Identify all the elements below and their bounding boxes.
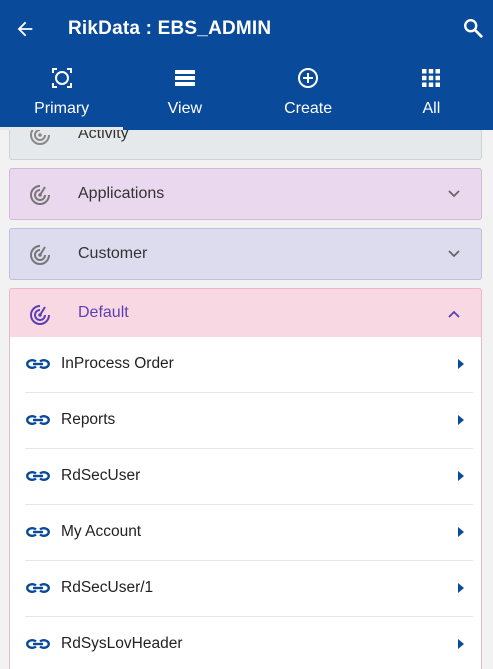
tab-label: View <box>167 100 203 117</box>
list-item[interactable]: RdSecUser/1 <box>25 561 473 617</box>
tab-label: All <box>422 100 441 117</box>
tab-primary[interactable]: Primary <box>0 58 124 130</box>
radar-icon <box>30 185 50 205</box>
caret-right-icon <box>458 639 464 649</box>
list-item[interactable]: RdSysLovHeader <box>25 617 473 669</box>
tab-create[interactable]: Create <box>247 58 370 130</box>
caret-right-icon <box>458 527 464 537</box>
list-view-icon <box>174 70 195 86</box>
target-frame-icon <box>51 68 72 88</box>
list-item[interactable]: InProcess Order <box>25 337 473 393</box>
caret-right-icon <box>458 359 464 369</box>
chevron-down-icon <box>448 190 460 198</box>
chevron-down-icon <box>448 250 460 258</box>
link-icon <box>26 471 50 481</box>
search-button[interactable] <box>461 16 485 40</box>
tab-label: Primary <box>34 100 90 117</box>
list-item[interactable]: RdSecUser <box>25 449 473 505</box>
section-customer[interactable]: Customer <box>9 228 482 280</box>
radar-icon <box>30 305 50 325</box>
tab-bar: Primary View Create All <box>0 58 493 130</box>
list-item[interactable]: My Account <box>25 505 473 561</box>
list-item[interactable]: Reports <box>25 393 473 449</box>
section-applications[interactable]: Applications <box>9 168 482 220</box>
list-item-label: RdSysLovHeader <box>61 635 183 652</box>
section-label: Activity <box>78 130 129 142</box>
link-icon <box>26 583 50 593</box>
section-label: Default <box>78 304 129 321</box>
section-label: Applications <box>78 185 165 202</box>
caret-right-icon <box>458 583 464 593</box>
caret-right-icon <box>458 415 464 425</box>
list-item-label: Reports <box>61 411 116 428</box>
search-icon <box>464 19 483 38</box>
list-item-label: InProcess Order <box>61 355 174 372</box>
radar-icon <box>30 130 50 145</box>
grid-icon <box>422 69 441 87</box>
default-items-panel: InProcess Order Reports RdSecUser My Acc… <box>9 337 482 669</box>
tab-label: Create <box>284 100 333 117</box>
link-icon <box>26 527 50 537</box>
tab-all[interactable]: All <box>370 58 493 130</box>
link-icon <box>26 639 50 649</box>
link-icon <box>26 359 50 369</box>
list-item-label: RdSecUser <box>61 467 141 484</box>
plus-circle-icon <box>298 68 319 88</box>
link-icon <box>26 415 50 425</box>
app-title: RikData : EBS_ADMIN <box>68 18 272 39</box>
back-button[interactable] <box>12 16 38 42</box>
caret-right-icon <box>458 471 464 481</box>
tab-view[interactable]: View <box>123 58 246 130</box>
radar-icon <box>30 245 50 265</box>
main-content: Activity Applications Customer Default I… <box>0 130 493 669</box>
app-header: RikData : EBS_ADMIN Primary View Create … <box>0 0 493 130</box>
section-default[interactable]: Default <box>9 288 482 338</box>
section-activity[interactable]: Activity <box>9 130 482 160</box>
arrow-left-icon <box>17 21 33 37</box>
chevron-up-icon <box>448 310 460 318</box>
list-item-label: RdSecUser/1 <box>61 579 154 596</box>
section-label: Customer <box>78 245 148 262</box>
top-bar: RikData : EBS_ADMIN <box>0 0 493 58</box>
list-item-label: My Account <box>61 523 142 540</box>
